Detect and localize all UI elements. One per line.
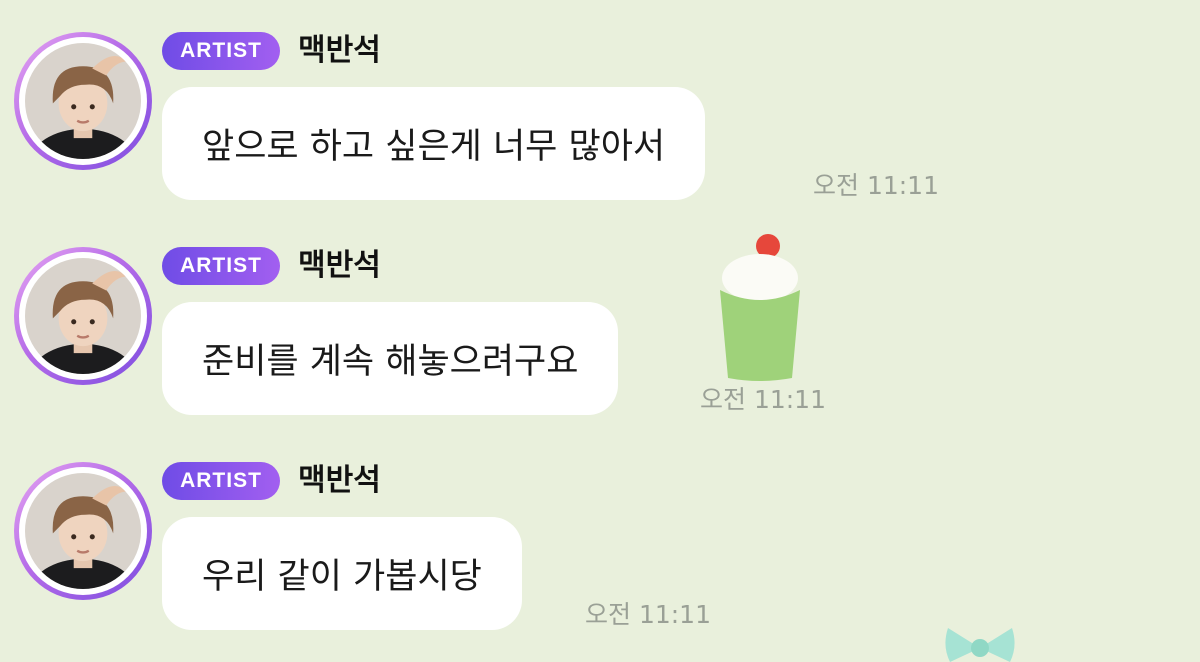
profile-photo-icon [25, 43, 141, 159]
sender-name: 맥반석 [298, 463, 381, 498]
artist-badge: ARTIST [162, 32, 280, 70]
artist-badge: ARTIST [162, 462, 280, 500]
sender-name: 맥반석 [298, 33, 381, 68]
profile-photo-icon [25, 473, 141, 589]
profile-photo-icon [25, 258, 141, 374]
avatar[interactable] [14, 462, 152, 600]
sender-name: 맥반석 [298, 248, 381, 283]
bow-sticker-icon [945, 628, 1015, 662]
cupcake-sticker-icon [720, 234, 800, 381]
message-bubble[interactable]: 우리 같이 가봅시당 [162, 517, 522, 630]
avatar[interactable] [14, 32, 152, 170]
message-timestamp: 오전 11:11 [585, 600, 711, 629]
message-timestamp: 오전 11:11 [700, 385, 826, 414]
avatar[interactable] [14, 247, 152, 385]
message-timestamp: 오전 11:11 [813, 171, 939, 200]
message-bubble[interactable]: 준비를 계속 해놓으려구요 [162, 302, 619, 415]
chat-area: ARTIST 맥반석 앞으로 하고 싶은게 너무 많아서 오전 11:11 AR… [0, 0, 1200, 662]
artist-badge: ARTIST [162, 247, 280, 285]
message-bubble[interactable]: 앞으로 하고 싶은게 너무 많아서 [162, 87, 706, 200]
